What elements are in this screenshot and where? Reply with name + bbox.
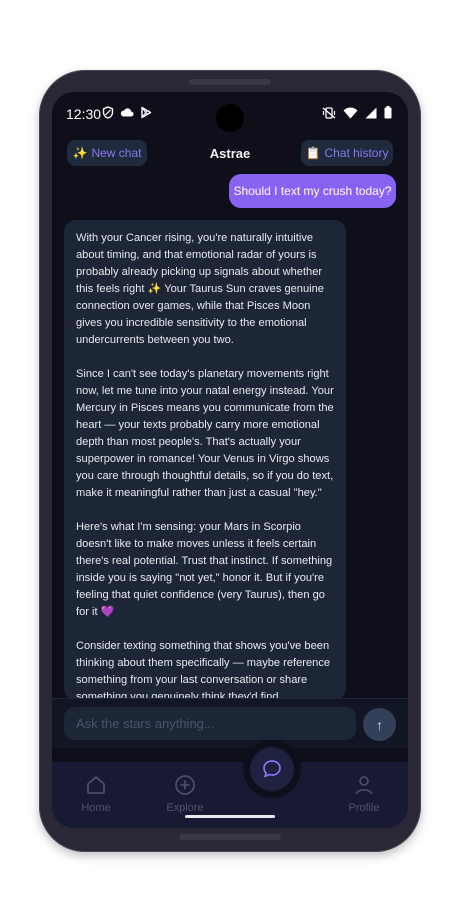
assistant-paragraph: With your Cancer rising, you're naturall… — [76, 232, 324, 346]
assistant-message: With your Cancer rising, you're naturall… — [64, 220, 346, 700]
home-icon — [87, 776, 105, 794]
assistant-paragraph: Since I can't see today's planetary move… — [76, 368, 334, 499]
status-time: 12:30 — [66, 106, 102, 122]
nav-profile[interactable]: Profile — [334, 774, 394, 814]
nav-chat-button[interactable] — [250, 747, 294, 791]
wifi-icon — [343, 107, 358, 118]
status-right-icons — [322, 106, 392, 119]
user-message: Should I text my crush today? — [229, 174, 396, 208]
assistant-paragraph: Consider texting something that shows yo… — [76, 640, 331, 700]
nav-home-label: Home — [81, 802, 111, 814]
play-store-icon — [141, 106, 152, 119]
battery-icon — [384, 106, 392, 119]
device-bottom-bar — [179, 834, 281, 840]
bottom-navigation: Home Explore Profile — [52, 762, 408, 828]
status-bar: 12:30 — [52, 92, 408, 136]
chat-history-button[interactable]: 📋 Chat history — [301, 140, 393, 166]
nav-explore[interactable]: Explore — [155, 774, 215, 814]
clipboard-icon: 📋 — [305, 146, 321, 160]
plus-circle-icon — [175, 775, 195, 795]
chat-history-label: Chat history — [324, 146, 389, 160]
signal-icon — [365, 107, 377, 118]
cloud-icon — [120, 108, 134, 117]
message-input[interactable] — [64, 707, 356, 740]
profile-icon — [355, 776, 373, 795]
camera-cutout — [216, 104, 244, 132]
nav-home[interactable]: Home — [66, 774, 126, 814]
arrow-up-icon: ↑ — [376, 716, 383, 733]
chat-bubble-icon — [263, 760, 281, 778]
status-left-icons — [102, 106, 152, 119]
nav-profile-label: Profile — [348, 802, 380, 814]
composer: ↑ — [52, 698, 408, 748]
vibrate-off-icon — [322, 106, 336, 119]
home-indicator[interactable] — [185, 815, 275, 818]
chat-header: ✨ New chat Astrae 📋 Chat history — [52, 138, 408, 170]
nav-explore-label: Explore — [166, 802, 204, 814]
assistant-paragraph: Here's what I'm sensing: your Mars in Sc… — [76, 521, 333, 618]
device-top-bar — [189, 79, 271, 85]
send-button[interactable]: ↑ — [363, 708, 396, 741]
shield-icon — [102, 106, 114, 119]
screen: 12:30 ✨ New chat Astrae 📋 Chat history S… — [52, 92, 408, 828]
